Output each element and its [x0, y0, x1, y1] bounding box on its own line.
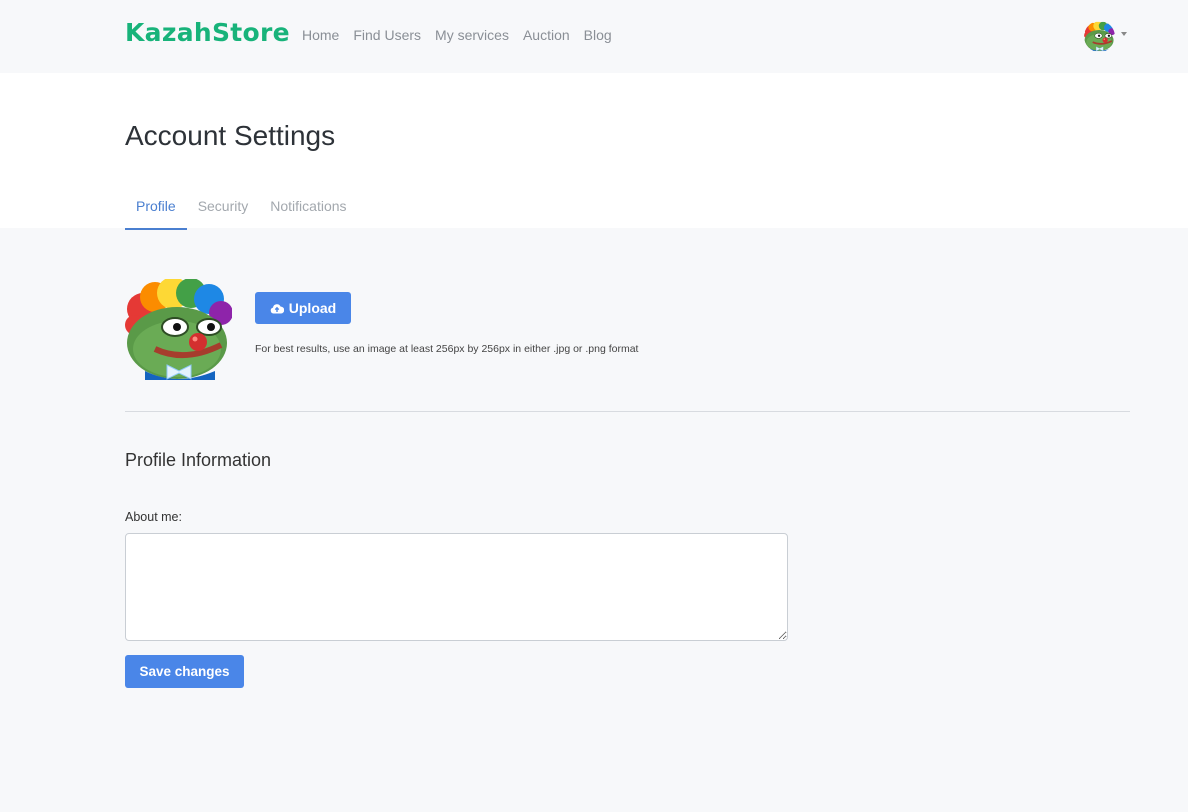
user-menu-dropdown[interactable]: [1084, 21, 1127, 52]
nav-links: Home Find Users My services Auction Blog: [302, 27, 626, 43]
nav-link-blog[interactable]: Blog: [584, 27, 612, 43]
cloud-upload-icon: [270, 303, 284, 314]
profile-avatar: [125, 279, 232, 380]
settings-tabs: Profile Security Notifications: [125, 185, 358, 230]
nav-link-home[interactable]: Home: [302, 27, 339, 43]
tab-security[interactable]: Security: [187, 185, 260, 230]
section-divider: [125, 411, 1130, 412]
brand-logo[interactable]: KazahStore: [125, 18, 290, 47]
upload-hint-text: For best results, use an image at least …: [255, 343, 639, 355]
about-me-textarea[interactable]: [125, 533, 788, 641]
caret-down-icon: [1121, 31, 1127, 36]
tab-notifications[interactable]: Notifications: [259, 185, 357, 230]
page-header: Account Settings Profile Security Notifi…: [0, 73, 1188, 230]
upload-button-label: Upload: [288, 300, 337, 316]
nav-link-find-users[interactable]: Find Users: [353, 27, 421, 43]
nav-link-auction[interactable]: Auction: [523, 27, 570, 43]
profile-information-heading: Profile Information: [125, 450, 272, 470]
save-changes-button[interactable]: Save changes: [125, 655, 244, 688]
page-title: Account Settings: [125, 120, 336, 151]
upload-button[interactable]: Upload: [255, 292, 351, 324]
top-navbar: KazahStore Home Find Users My services A…: [0, 0, 1188, 73]
nav-link-my-services[interactable]: My services: [435, 27, 509, 43]
about-me-label: About me:: [125, 510, 182, 524]
tab-profile[interactable]: Profile: [125, 185, 187, 230]
user-avatar-icon[interactable]: [1084, 21, 1115, 52]
